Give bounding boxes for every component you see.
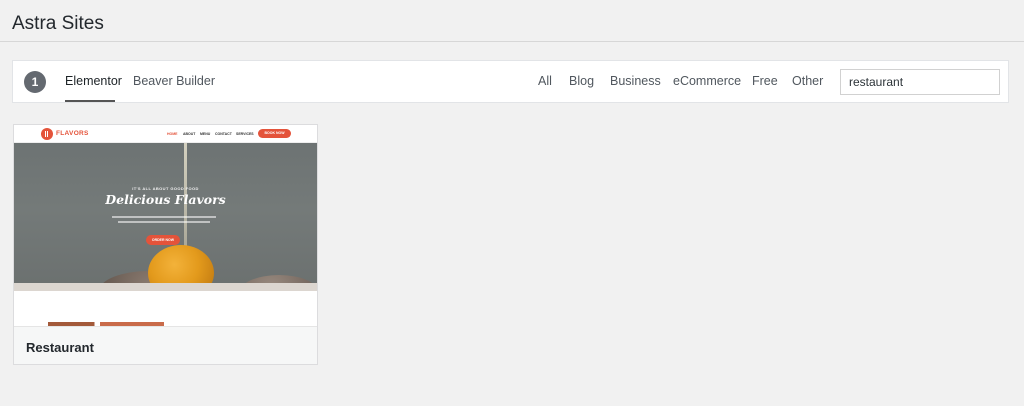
site-card-restaurant[interactable]: FLAVORS HOME ABOUT MENU CONTACT SERVICES… xyxy=(13,124,318,365)
tab-beaver-builder[interactable]: Beaver Builder xyxy=(133,74,215,88)
preview-text-line xyxy=(112,216,216,218)
active-tab-indicator xyxy=(65,100,115,102)
preview-nav-button: BOOK NOW xyxy=(258,129,291,138)
site-card-footer: Restaurant xyxy=(14,326,317,364)
preview-text-line xyxy=(118,221,210,223)
category-other[interactable]: Other xyxy=(792,74,823,88)
filter-bar: 1 Elementor Beaver Builder All Blog Busi… xyxy=(12,60,1009,103)
preview-nav-item: ABOUT xyxy=(183,132,196,136)
category-business[interactable]: Business xyxy=(610,74,661,88)
preview-hero-image: IT'S ALL ABOUT GOOD FOOD Delicious Flavo… xyxy=(14,143,317,291)
step-number-badge: 1 xyxy=(24,71,46,93)
site-preview-thumbnail: FLAVORS HOME ABOUT MENU CONTACT SERVICES… xyxy=(14,125,317,326)
preview-brand: FLAVORS xyxy=(56,130,89,137)
preview-header: FLAVORS HOME ABOUT MENU CONTACT SERVICES… xyxy=(14,125,317,143)
category-ecommerce[interactable]: eCommerce xyxy=(673,74,741,88)
preview-nav-item: HOME xyxy=(167,132,178,136)
preview-hero-button: ORDER NOW xyxy=(146,235,180,245)
category-all[interactable]: All xyxy=(538,74,552,88)
preview-nav-item: SERVICES xyxy=(236,132,254,136)
preview-nav-item: MENU xyxy=(200,132,211,136)
preview-plate xyxy=(14,283,317,291)
search-input[interactable] xyxy=(840,69,1000,95)
site-card-title: Restaurant xyxy=(26,340,94,355)
tab-elementor[interactable]: Elementor xyxy=(65,74,122,88)
preview-headline: Delicious Flavors xyxy=(105,192,226,207)
preview-kicker: IT'S ALL ABOUT GOOD FOOD xyxy=(132,186,199,191)
category-free[interactable]: Free xyxy=(752,74,778,88)
title-divider xyxy=(0,41,1024,42)
fork-knife-icon xyxy=(41,128,53,140)
category-blog[interactable]: Blog xyxy=(569,74,594,88)
preview-nav-item: CONTACT xyxy=(215,132,232,136)
page-title: Astra Sites xyxy=(12,13,104,34)
